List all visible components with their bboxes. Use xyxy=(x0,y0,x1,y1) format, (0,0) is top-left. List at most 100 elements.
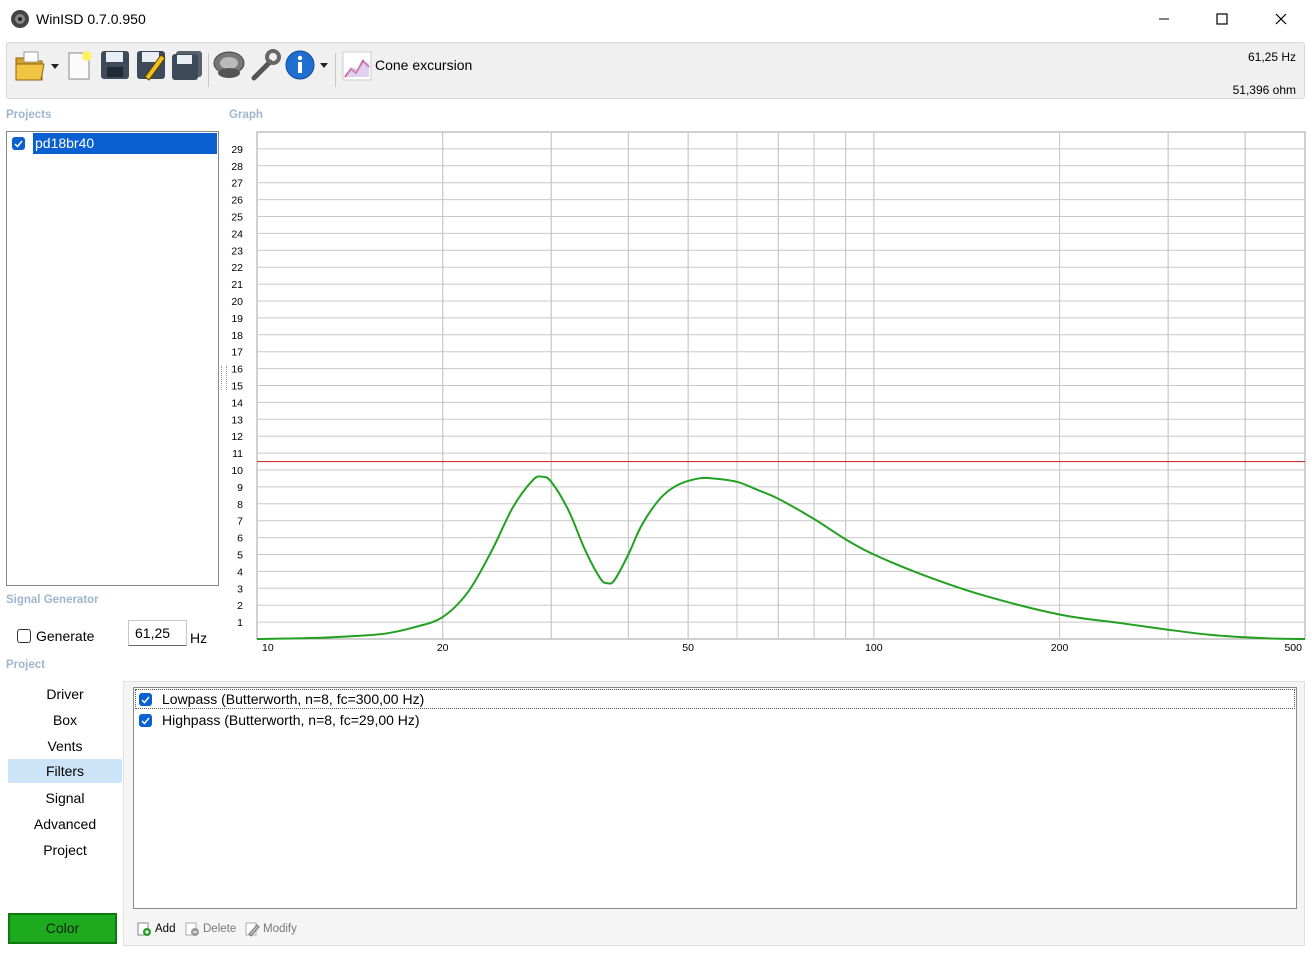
y-tick-label: 29 xyxy=(231,144,243,156)
save-as-button[interactable] xyxy=(135,49,169,81)
project-heading: Project xyxy=(6,659,45,671)
y-tick-label: 26 xyxy=(231,195,243,207)
y-tick-label: 17 xyxy=(231,347,243,359)
y-tick-label: 28 xyxy=(231,161,243,173)
signal-frequency-input[interactable] xyxy=(128,620,187,646)
graph-type-label[interactable]: Cone excursion xyxy=(375,57,472,73)
new-project-button[interactable] xyxy=(66,50,94,82)
y-tick-label: 16 xyxy=(231,364,243,376)
maximize-button[interactable] xyxy=(1193,0,1251,38)
cursor-frequency-readout: 61,25 Hz xyxy=(1247,50,1296,64)
y-tick-label: 14 xyxy=(231,397,243,409)
delete-filter-label: Delete xyxy=(203,923,237,935)
tab-driver[interactable]: Driver xyxy=(8,682,122,706)
tab-project[interactable]: Project xyxy=(8,838,122,862)
projects-list[interactable] xyxy=(6,131,219,586)
highpass-filter-label[interactable]: Highpass (Butterworth, n=8, fc=29,00 Hz) xyxy=(162,712,420,728)
checkmark-icon xyxy=(141,717,150,725)
graph-heading: Graph xyxy=(229,109,263,121)
add-icon xyxy=(137,922,151,936)
y-tick-label: 3 xyxy=(237,583,243,595)
tools-button[interactable] xyxy=(248,48,282,82)
y-tick-label: 20 xyxy=(231,296,243,308)
generate-label[interactable]: Generate xyxy=(36,628,94,644)
y-tick-label: 1 xyxy=(237,617,243,629)
highpass-checkbox[interactable] xyxy=(139,714,152,727)
delete-icon xyxy=(185,922,199,936)
chart-icon xyxy=(342,51,372,81)
y-tick-label: 13 xyxy=(231,414,243,426)
lowpass-checkbox[interactable] xyxy=(139,693,152,706)
modify-filter-label: Modify xyxy=(263,923,297,935)
y-tick-label: 22 xyxy=(231,262,243,274)
minimize-icon xyxy=(1159,18,1169,20)
color-button[interactable]: Color xyxy=(8,913,117,944)
project-checkbox[interactable] xyxy=(12,137,25,150)
add-filter-label: Add xyxy=(155,923,176,935)
modify-filter-button[interactable]: Modify xyxy=(244,921,297,937)
close-button[interactable] xyxy=(1252,0,1310,38)
tab-signal[interactable]: Signal xyxy=(8,786,122,810)
y-tick-label: 8 xyxy=(237,499,243,511)
cursor-impedance-readout: 51,396 ohm xyxy=(1232,83,1296,97)
y-tick-label: 9 xyxy=(237,482,243,494)
y-axis-ticks: 1234567891011121314151617181920212223242… xyxy=(231,144,243,629)
save-all-icon xyxy=(172,51,202,80)
y-tick-label: 25 xyxy=(231,212,243,224)
app-logo-icon xyxy=(11,10,29,28)
projects-heading: Projects xyxy=(6,109,52,121)
pencil-icon xyxy=(245,922,260,937)
minimize-button[interactable] xyxy=(1135,0,1193,38)
y-tick-label: 27 xyxy=(231,178,243,190)
signal-frequency-unit: Hz xyxy=(190,630,208,646)
new-project-icon xyxy=(68,51,92,80)
tab-advanced[interactable]: Advanced xyxy=(8,812,122,836)
project-item-label[interactable]: pd18br40 xyxy=(35,135,94,151)
y-tick-label: 10 xyxy=(231,465,243,477)
save-as-icon xyxy=(137,51,166,81)
save-button[interactable] xyxy=(99,49,131,81)
info-icon xyxy=(285,50,315,80)
x-tick-label: 200 xyxy=(1051,642,1069,654)
maximize-icon xyxy=(1216,13,1228,25)
add-filter-button[interactable]: Add xyxy=(136,921,175,937)
title-bar: WinISD 0.7.0.950 xyxy=(0,0,1312,40)
y-tick-label: 7 xyxy=(237,516,243,528)
open-folder-icon xyxy=(15,51,45,81)
delete-filter-button[interactable]: Delete xyxy=(184,921,236,937)
y-tick-label: 18 xyxy=(231,330,243,342)
y-tick-label: 5 xyxy=(237,550,243,562)
checkmark-icon xyxy=(141,696,150,704)
y-tick-label: 23 xyxy=(231,245,243,257)
x-axis-ticks: 10 20 50 100 200 500 xyxy=(262,642,1302,654)
tab-vents[interactable]: Vents xyxy=(8,734,122,758)
x-tick-label: 50 xyxy=(682,642,694,654)
cone-excursion-graph[interactable]: 1234567891011121314151617181920212223242… xyxy=(224,126,1307,656)
generate-checkbox[interactable] xyxy=(17,629,31,643)
signal-generator-heading: Signal Generator xyxy=(6,594,99,606)
y-tick-label: 15 xyxy=(231,381,243,393)
open-project-button[interactable] xyxy=(14,48,62,84)
x-tick-label: 20 xyxy=(437,642,449,654)
wrench-icon xyxy=(251,49,281,81)
y-tick-label: 11 xyxy=(232,448,243,460)
driver-button[interactable] xyxy=(212,49,246,81)
info-button[interactable] xyxy=(285,49,333,81)
graph-selector-button[interactable] xyxy=(342,51,372,81)
driver-icon xyxy=(213,51,245,78)
y-tick-label: 4 xyxy=(237,566,243,578)
y-tick-label: 24 xyxy=(231,228,243,240)
y-tick-label: 19 xyxy=(231,313,243,325)
x-tick-label: 500 xyxy=(1284,642,1302,654)
window-title: WinISD 0.7.0.950 xyxy=(36,11,146,27)
tab-filters[interactable]: Filters xyxy=(8,759,122,783)
save-all-button[interactable] xyxy=(170,49,204,81)
save-icon xyxy=(101,51,129,79)
graph-grid xyxy=(256,131,1306,640)
tab-box[interactable]: Box xyxy=(8,708,122,732)
y-tick-label: 21 xyxy=(231,279,243,291)
lowpass-filter-label[interactable]: Lowpass (Butterworth, n=8, fc=300,00 Hz) xyxy=(162,691,424,707)
close-icon xyxy=(1275,13,1287,25)
chevron-down-icon xyxy=(320,63,328,68)
chevron-down-icon xyxy=(51,64,59,69)
